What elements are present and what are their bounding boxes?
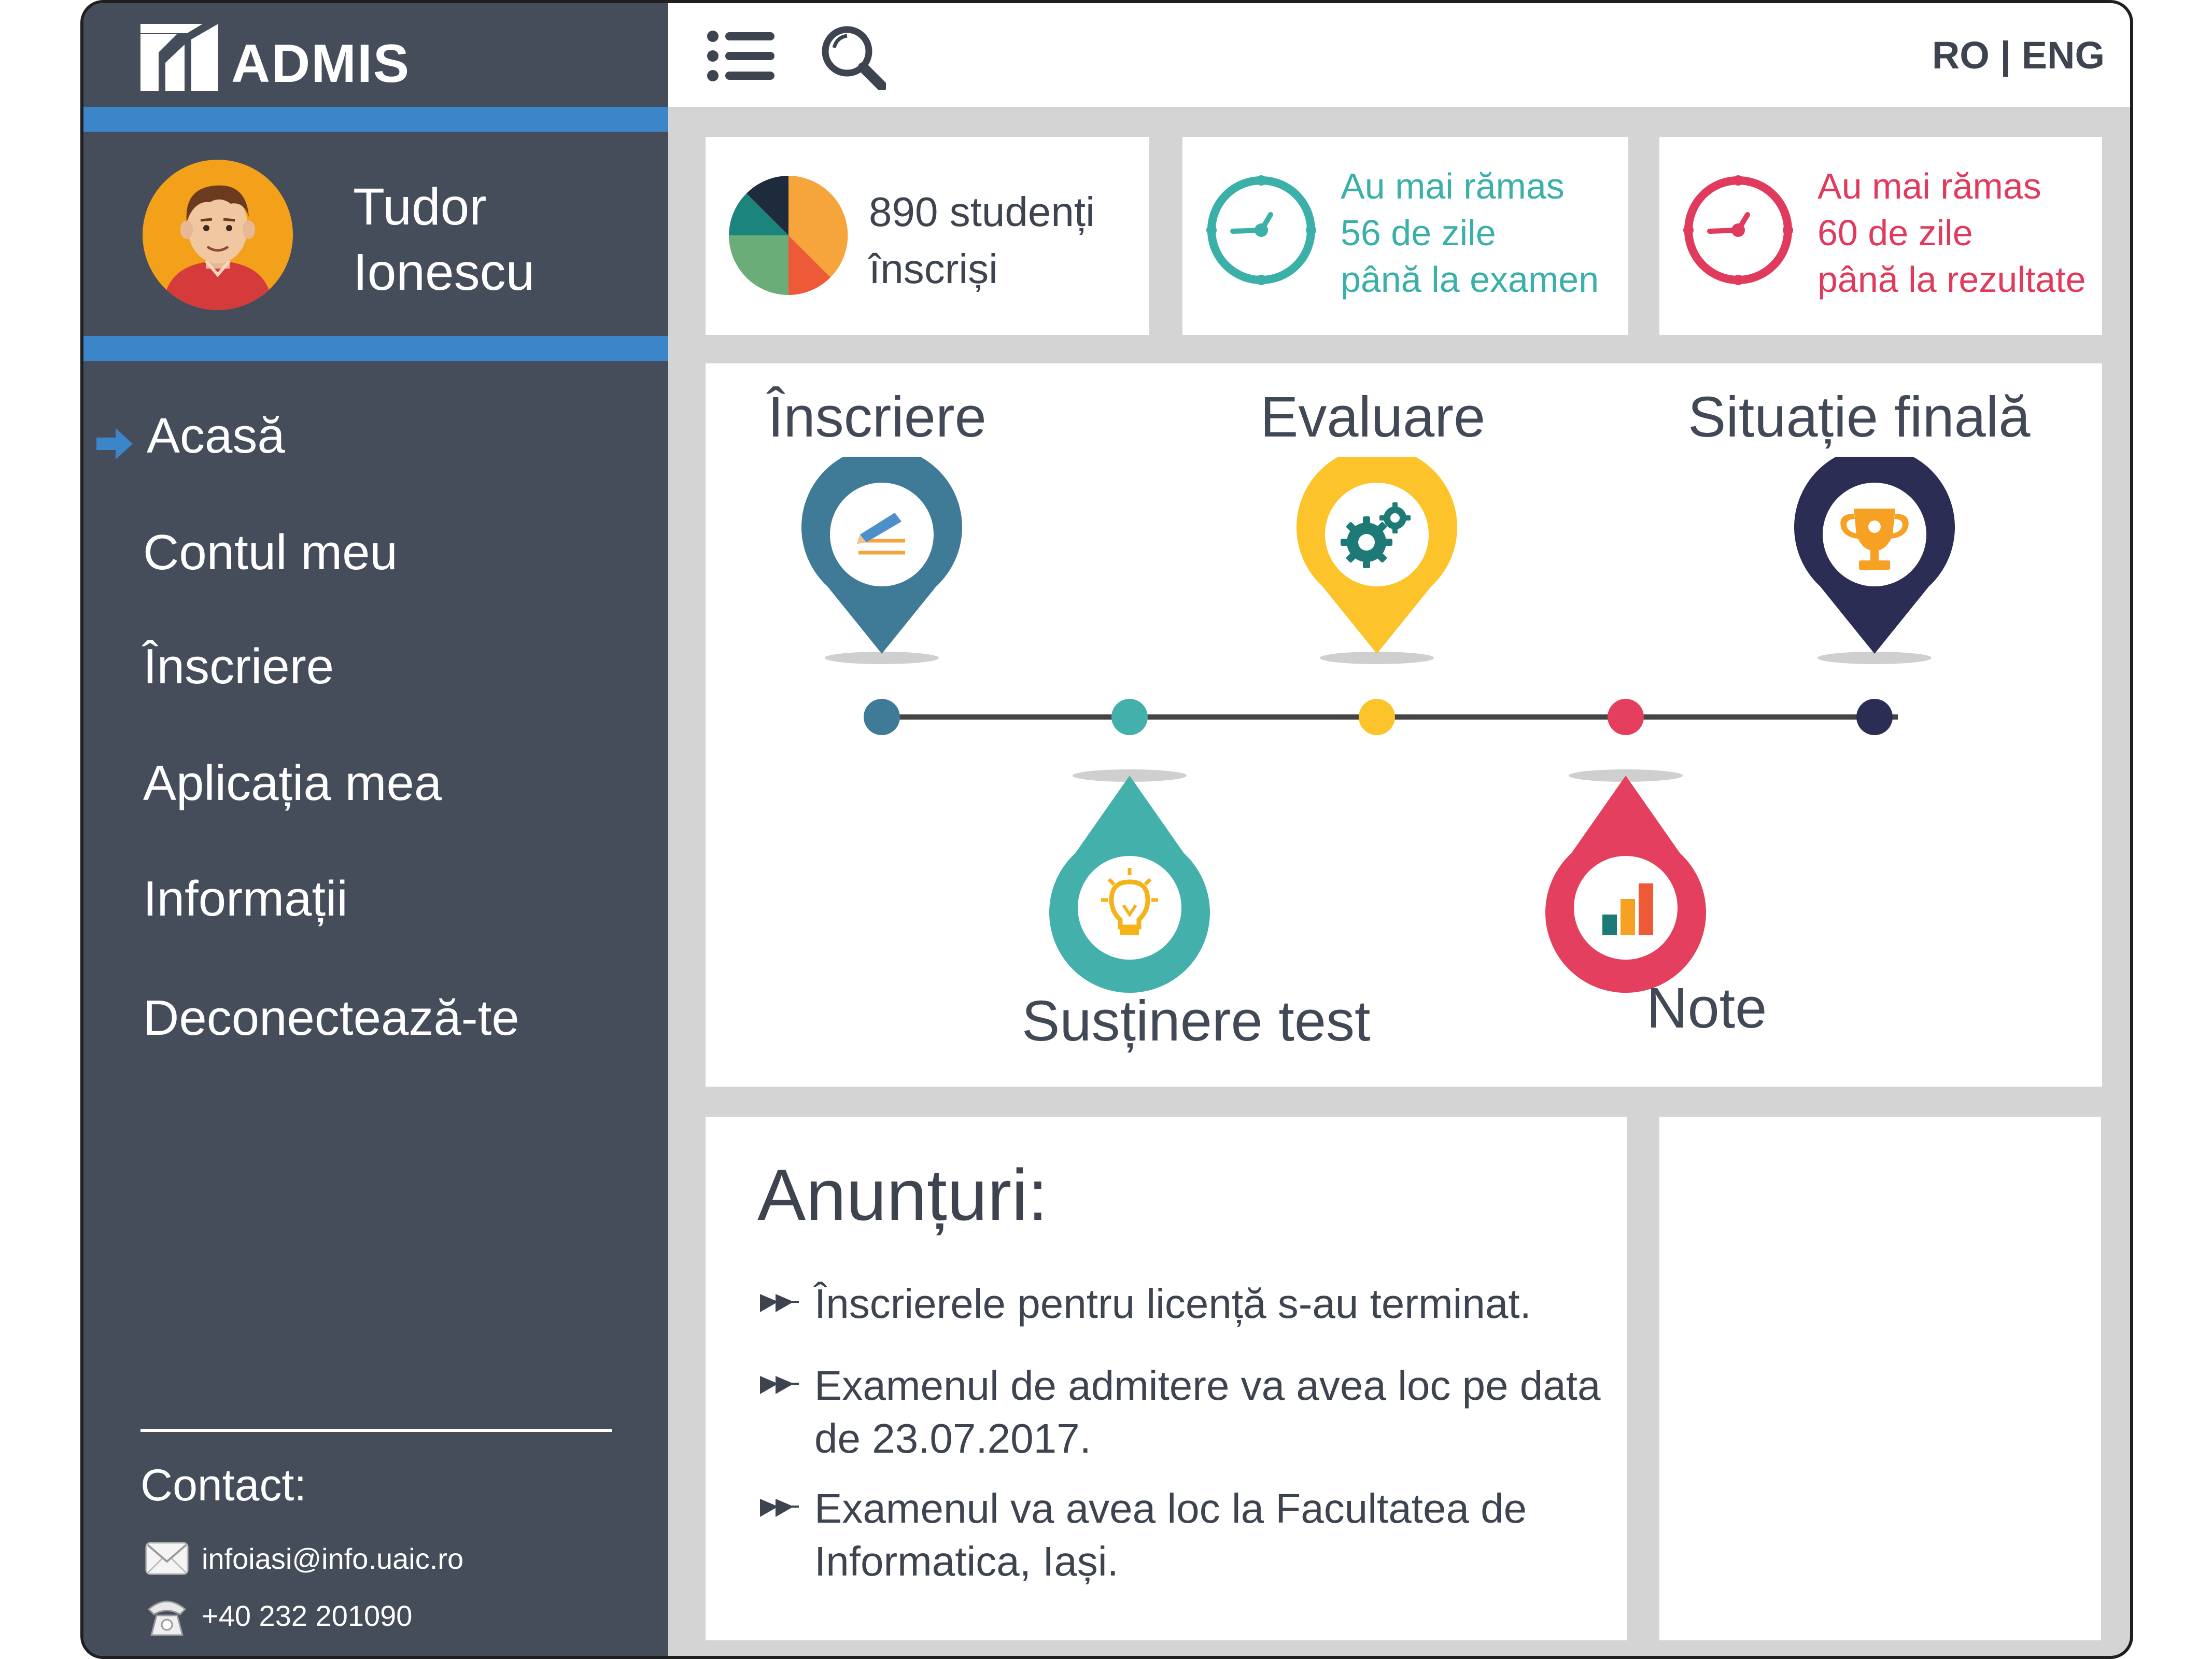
pin-note[interactable] [1543, 776, 1709, 993]
empty-panel [1659, 1117, 2101, 1640]
students-count-text: 890 studenți înscriși [869, 184, 1095, 298]
language-switcher: RO | ENG [1932, 33, 2105, 77]
timeline-dot-note [1608, 699, 1644, 735]
app-frame: ADMIS Tudor Ionescu Acasă Contul meu Îns… [80, 0, 2133, 1659]
announcement-text: Examenul de admitere va avea loc pe data… [814, 1362, 1601, 1461]
announcements-card: Anunțuri: Înscrierele pentru licență s-a… [706, 1117, 1627, 1640]
sidebar-item-contul-meu[interactable]: Contul meu [143, 524, 398, 581]
divider [83, 107, 668, 132]
step-label-situatie-finala: Situație finală [1688, 385, 2031, 449]
user-avatar-icon [163, 185, 272, 310]
arrow-bullet-icon [760, 1294, 799, 1312]
contact-phone-text: +40 232 201090 [202, 1599, 413, 1632]
pin-inscriere[interactable] [799, 457, 965, 674]
divider [83, 336, 668, 361]
sidebar: ADMIS Tudor Ionescu Acasă Contul meu Îns… [83, 3, 668, 1656]
results-line3: până la rezultate [1817, 259, 2086, 300]
lang-ro-link[interactable]: RO [1932, 34, 1990, 77]
students-label: înscriși [869, 246, 998, 292]
user-first-name: Tudor [353, 178, 487, 236]
exam-days: 56 de zile [1341, 213, 1496, 253]
logo-text: ADMIS [231, 34, 411, 94]
admis-logo-icon [140, 24, 218, 91]
exam-countdown-text: Au mai rămas 56 de zile până la examen [1341, 163, 1599, 303]
exam-line1: Au mai rămas [1341, 166, 1565, 206]
step-label-sustinere-test: Susținere test [1022, 989, 1371, 1053]
contact-email-text: infoiasi@info.uaic.ro [202, 1542, 464, 1575]
sidebar-item-inscriere[interactable]: Înscriere [143, 638, 334, 695]
user-last-name: Ionescu [353, 243, 535, 301]
sidebar-item-deconecteaza[interactable]: Deconectează-te [143, 990, 519, 1047]
user-name: Tudor Ionescu [353, 174, 534, 305]
pie-chart-icon [729, 176, 848, 295]
contact-title: Contact: [140, 1460, 307, 1510]
menu-list-icon[interactable] [707, 30, 774, 82]
results-countdown-text: Au mai rămas 60 de zile până la rezultat… [1817, 163, 2086, 303]
contact-phone[interactable]: +40 232 201090 [144, 1592, 412, 1639]
results-days: 60 de zile [1817, 213, 1973, 253]
timeline-dot-inscriere [864, 699, 900, 735]
phone-icon [147, 1600, 187, 1636]
pin-sustinere-test[interactable] [1047, 776, 1213, 993]
step-label-evaluare: Evaluare [1260, 385, 1486, 449]
sidebar-item-aplicatia-mea[interactable]: Aplicația mea [143, 755, 442, 812]
arrow-right-icon [96, 428, 133, 459]
timeline-dot-evaluare [1359, 699, 1395, 735]
students-count: 890 studenți [869, 189, 1095, 235]
process-timeline: Înscriere Evaluare Situație finală Susți… [706, 363, 2102, 1087]
timeline-dot-situatie [1856, 699, 1893, 735]
avatar[interactable] [143, 160, 293, 310]
search-icon[interactable] [819, 23, 886, 90]
divider [140, 1429, 612, 1432]
results-line1: Au mai rămas [1817, 166, 2041, 206]
logo[interactable]: ADMIS [83, 3, 668, 107]
pin-situatie-finala[interactable] [1792, 457, 1957, 674]
pin-evaluare[interactable] [1294, 457, 1460, 674]
step-label-inscriere: Înscriere [768, 385, 987, 449]
exam-line3: până la examen [1341, 259, 1599, 300]
step-label-note: Note [1646, 976, 1767, 1040]
exam-countdown-card: Au mai rămas 56 de zile până la examen [1182, 137, 1628, 335]
announcements-title: Anunțuri: [757, 1154, 1048, 1235]
announcement-text: Examenul va avea loc la Facultatea de In… [814, 1485, 1527, 1584]
sidebar-item-informatii[interactable]: Informații [143, 870, 348, 927]
topbar: RO | ENG [668, 3, 2130, 107]
arrow-bullet-icon [760, 1376, 799, 1394]
contact-email[interactable]: infoiasi@info.uaic.ro [144, 1535, 463, 1582]
clock-icon [1683, 175, 1793, 285]
lang-en-link[interactable]: ENG [2022, 34, 2105, 77]
timeline-dot-test [1111, 699, 1148, 735]
lang-separator: | [1989, 34, 2022, 77]
announcement-text: Înscrierele pentru licență s-au terminat… [814, 1281, 1531, 1327]
students-card: 890 studenți înscriși [706, 137, 1149, 335]
sidebar-item-acasa[interactable]: Acasă [147, 407, 285, 465]
mail-icon [145, 1542, 189, 1575]
clock-icon [1206, 175, 1316, 285]
arrow-bullet-icon [760, 1499, 799, 1517]
results-countdown-card: Au mai rămas 60 de zile până la rezultat… [1659, 137, 2102, 335]
